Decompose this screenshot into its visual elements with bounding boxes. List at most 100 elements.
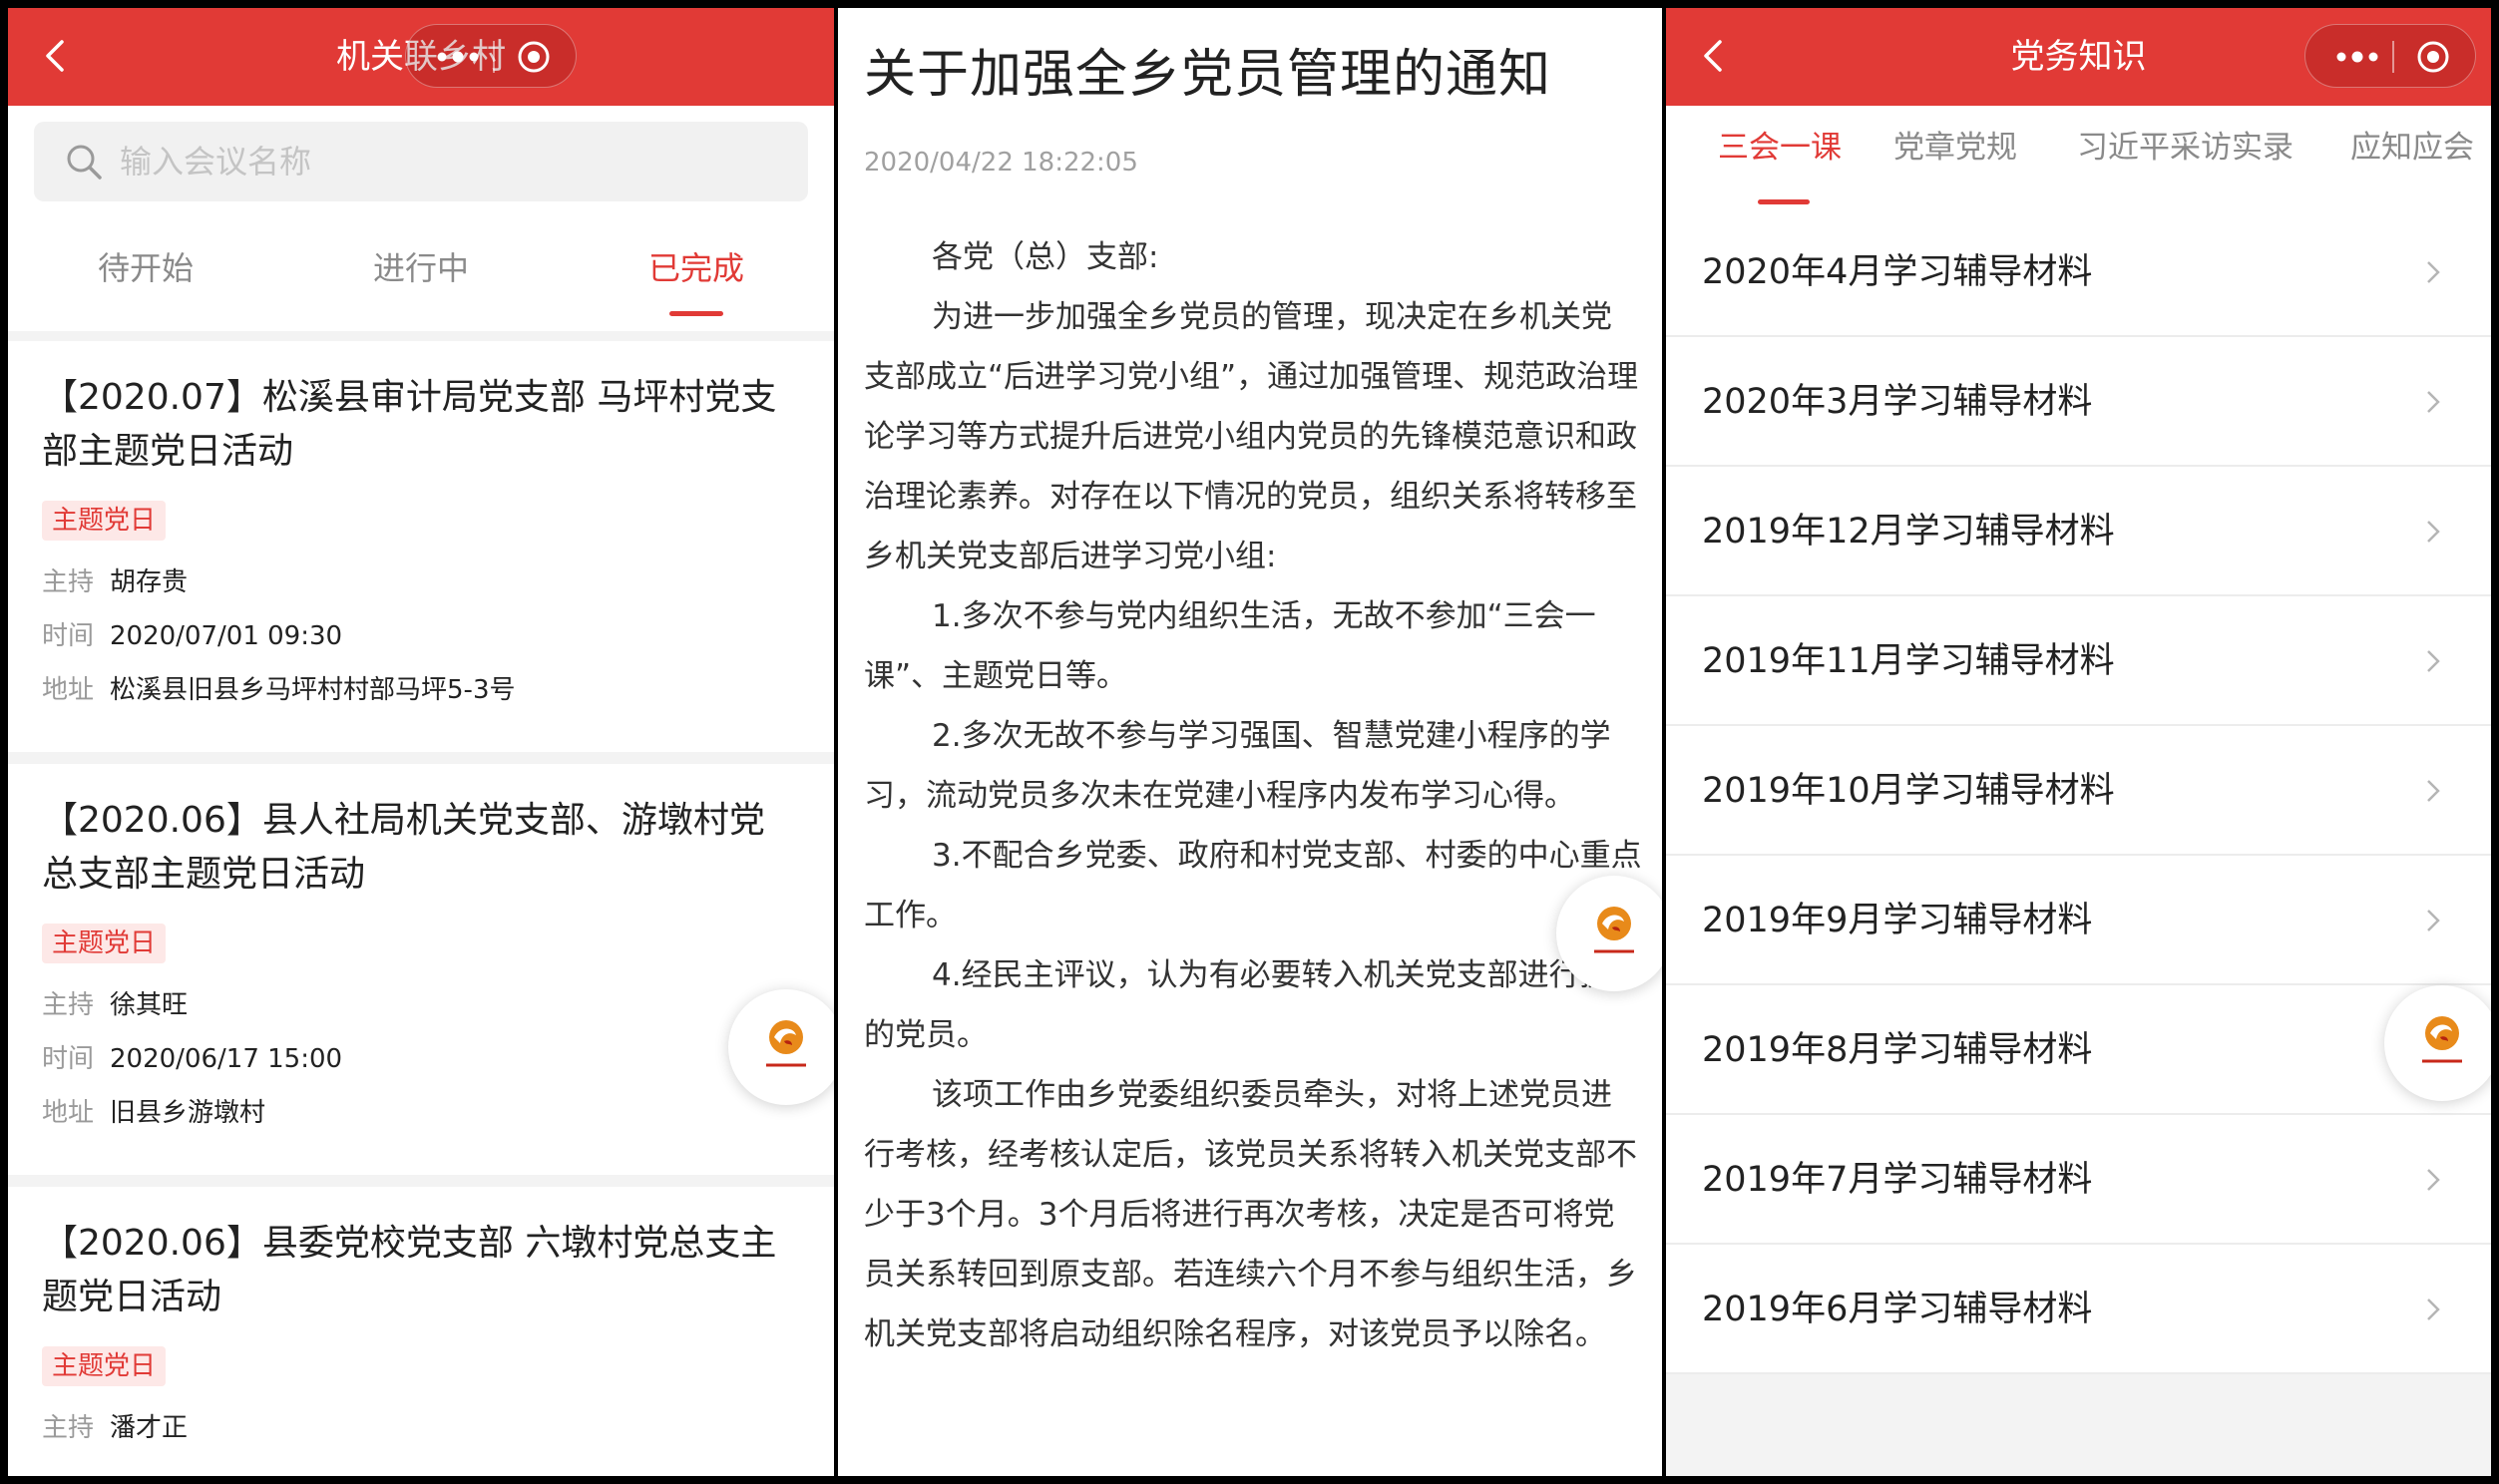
party-knowledge-screen: 党务知识 三会一课 党章党规 习近平采访实录 应知应会 2020年4月学习辅导材…	[1666, 8, 2491, 1476]
notice-date: 2020/04/22 18:22:05	[864, 148, 1138, 178]
tab-label: 进行中	[372, 249, 469, 287]
meeting-list-screen: 机关联乡村 待开始 进行中 已完成 【2020.07】松溪县审计局党支部 马坪村…	[8, 8, 834, 1476]
meeting-tag: 主题党日	[42, 1346, 167, 1386]
host-value: 胡存贵	[110, 567, 189, 597]
chevron-right-icon	[2427, 391, 2440, 413]
more-dots-icon[interactable]	[428, 42, 488, 72]
notice-paragraph: 1.多次不参与党内组织生活，无故不参加“三会一课”、主题党日等。	[864, 598, 1596, 694]
list-item-title: 2019年9月学习辅导材料	[1702, 901, 2093, 940]
header-bar: 机关联乡村	[8, 8, 834, 106]
meeting-title: 【2020.06】县委党校党支部 六墩村党总支主题党日活动	[42, 1223, 777, 1317]
active-tab-indicator	[1758, 199, 1810, 204]
time-value: 2020/06/17 15:00	[110, 1044, 343, 1074]
tab-interview-records[interactable]: 习近平采访实录	[2077, 106, 2293, 207]
list-item-title: 2019年8月学习辅导材料	[1702, 1030, 2093, 1070]
notice-paragraph: 该项工作由乡党委组织委员牵头，对将上述党员进行考核，经考核认定后，该党员关系将转…	[864, 1077, 1637, 1352]
tab-label: 应知应会	[2350, 130, 2474, 166]
tab-in-progress[interactable]: 进行中	[283, 223, 559, 323]
list-item-title: 2020年4月学习辅导材料	[1702, 252, 2093, 292]
meeting-tag: 主题党日	[42, 924, 167, 963]
notice-paragraph: 2.多次无故不参与学习强国、智慧党建小程序的学习，流动党员多次未在党建小程序内发…	[864, 718, 1611, 814]
chevron-right-icon	[2427, 910, 2440, 931]
status-tabs: 待开始 进行中 已完成	[8, 223, 834, 323]
tab-must-know[interactable]: 应知应会	[2350, 106, 2474, 207]
tab-label: 党章党规	[1893, 130, 2017, 166]
time-value: 2020/07/01 09:30	[110, 621, 343, 651]
list-item-title: 2019年11月学习辅导材料	[1702, 641, 2115, 681]
tab-label: 待开始	[97, 249, 194, 287]
meeting-card[interactable]: 【2020.06】县委党校党支部 六墩村党总支主题党日活动 主题党日 主持 潘才正	[8, 1187, 834, 1476]
list-item-title: 2019年12月学习辅导材料	[1702, 512, 2115, 552]
life-service-float-button[interactable]	[1556, 876, 1662, 991]
time-label: 时间	[42, 1044, 95, 1074]
host-value: 徐其旺	[110, 990, 189, 1020]
meeting-address-row: 地址 松溪县旧县乡马坪村村部马坪5-3号	[42, 670, 515, 710]
meeting-tag: 主题党日	[42, 501, 167, 541]
list-item[interactable]: 2019年9月学习辅导材料	[1666, 856, 2491, 985]
life-service-float-button[interactable]	[728, 989, 834, 1105]
tab-label: 三会一课	[1718, 130, 1842, 166]
material-list: 2020年4月学习辅导材料 2020年3月学习辅导材料 2019年12月学习辅导…	[1666, 207, 2491, 1374]
list-item-title: 2019年7月学习辅导材料	[1702, 1160, 2093, 1200]
close-target-icon[interactable]	[516, 39, 552, 75]
list-item[interactable]: 2019年7月学习辅导材料	[1666, 1115, 2491, 1245]
list-item[interactable]: 2019年11月学习辅导材料	[1666, 596, 2491, 726]
list-item[interactable]: 2019年6月学习辅导材料	[1666, 1245, 2491, 1374]
header-bar: 党务知识	[1666, 8, 2491, 106]
category-tabs: 三会一课 党章党规 习近平采访实录 应知应会	[1666, 106, 2491, 207]
close-target-icon[interactable]	[2415, 39, 2451, 75]
address-value: 松溪县旧县乡马坪村村部马坪5-3号	[110, 675, 516, 705]
search-icon	[67, 145, 102, 180]
notice-paragraph: 4.经民主评议，认为有必要转入机关党支部进行提升的党员。	[864, 957, 1642, 1053]
address-value: 旧县乡游墩村	[110, 1098, 266, 1128]
chevron-right-icon	[2427, 1298, 2440, 1320]
address-label: 地址	[42, 1098, 95, 1128]
notice-detail-screen: 关于加强全乡党员管理的通知 2020/04/22 18:22:05 各党（总）支…	[838, 8, 1662, 1476]
active-tab-indicator	[669, 311, 723, 316]
notice-paragraph: 各党（总）支部:	[932, 239, 1159, 275]
chevron-right-icon	[2427, 521, 2440, 543]
tab-pending[interactable]: 待开始	[8, 223, 283, 323]
list-item-title: 2020年3月学习辅导材料	[1702, 382, 2093, 422]
host-label: 主持	[42, 990, 95, 1020]
list-item-title: 2019年10月学习辅导材料	[1702, 771, 2115, 811]
list-item[interactable]: 2020年3月学习辅导材料	[1666, 337, 2491, 467]
chevron-right-icon	[2427, 650, 2440, 672]
miniapp-capsule	[405, 24, 577, 88]
meeting-card[interactable]: 【2020.07】松溪县审计局党支部 马坪村党支部主题党日活动 主题党日 主持胡…	[8, 341, 834, 752]
host-value: 潘才正	[110, 1413, 189, 1443]
host-label: 主持	[42, 1413, 95, 1443]
list-item[interactable]: 2019年8月学习辅导材料	[1666, 985, 2491, 1115]
tab-party-constitution[interactable]: 党章党规	[1893, 106, 2017, 207]
list-item-title: 2019年6月学习辅导材料	[1702, 1290, 2093, 1329]
meeting-card[interactable]: 【2020.06】县人社局机关党支部、游墩村党总支部主题党日活动 主题党日 主持…	[8, 764, 834, 1175]
notice-paragraph: 3.不配合乡党委、政府和村党支部、村委的中心重点工作。	[864, 838, 1642, 933]
tab-label: 习近平采访实录	[2077, 130, 2293, 166]
notice-paragraph: 为进一步加强全乡党员的管理，现决定在乡机关党支部成立“后进学习党小组”，通过加强…	[864, 299, 1639, 574]
notice-body: 各党（总）支部: 为进一步加强全乡党员的管理，现决定在乡机关党支部成立“后进学习…	[864, 227, 1642, 1364]
chevron-right-icon	[2427, 1169, 2440, 1191]
capsule-divider	[2392, 41, 2394, 73]
tab-three-meetings-one-lesson[interactable]: 三会一课	[1718, 106, 1842, 207]
search-box[interactable]	[34, 122, 808, 201]
list-item[interactable]: 2019年10月学习辅导材料	[1666, 726, 2491, 856]
meeting-address-row: 地址 旧县乡游墩村	[42, 1093, 265, 1133]
meeting-title: 【2020.06】县人社局机关党支部、游墩村党总支部主题党日活动	[42, 800, 765, 895]
life-service-logo-icon	[1590, 907, 1638, 957]
more-dots-icon[interactable]	[2327, 42, 2387, 72]
tab-label: 已完成	[647, 249, 744, 287]
life-service-float-button[interactable]	[2384, 985, 2491, 1101]
list-item[interactable]: 2020年4月学习辅导材料	[1666, 207, 2491, 337]
time-label: 时间	[42, 621, 95, 651]
meeting-host-row: 主持 胡存贵	[42, 562, 188, 602]
chevron-right-icon	[2427, 780, 2440, 802]
chevron-right-icon	[2427, 261, 2440, 283]
tab-completed[interactable]: 已完成	[559, 223, 834, 323]
search-input[interactable]	[120, 122, 778, 201]
meeting-time-row: 时间 2020/07/01 09:30	[42, 616, 342, 656]
meeting-time-row: 时间 2020/06/17 15:00	[42, 1039, 342, 1079]
life-service-logo-icon	[2418, 1016, 2466, 1067]
list-item[interactable]: 2019年12月学习辅导材料	[1666, 467, 2491, 596]
capsule-divider	[493, 41, 495, 73]
meeting-host-row: 主持 潘才正	[42, 1408, 188, 1448]
